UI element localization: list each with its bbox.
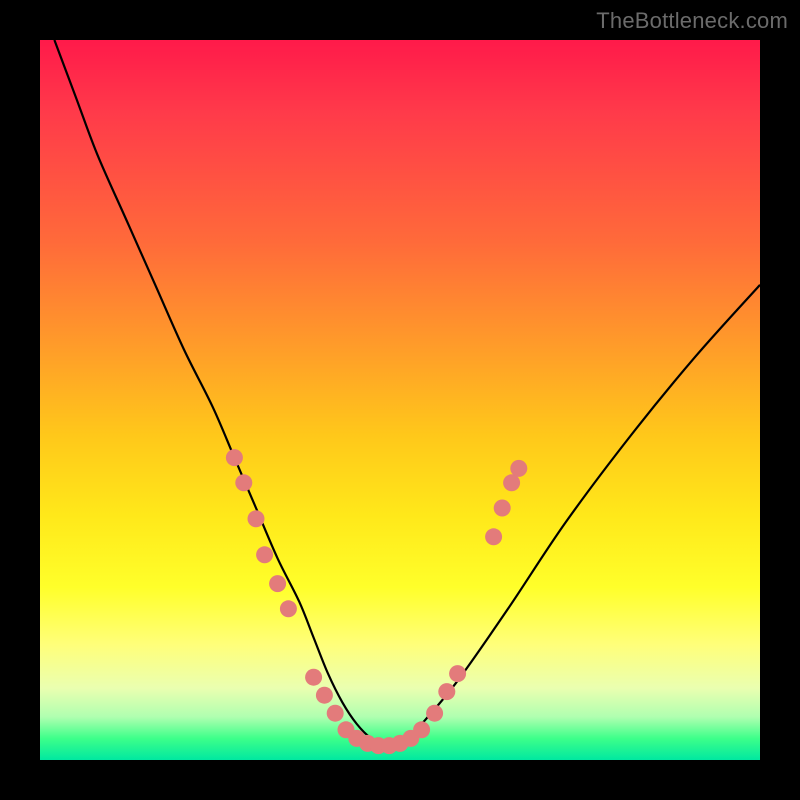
watermark-text: TheBottleneck.com: [596, 8, 788, 34]
plot-area: [40, 40, 760, 760]
chart-frame: TheBottleneck.com: [0, 0, 800, 800]
